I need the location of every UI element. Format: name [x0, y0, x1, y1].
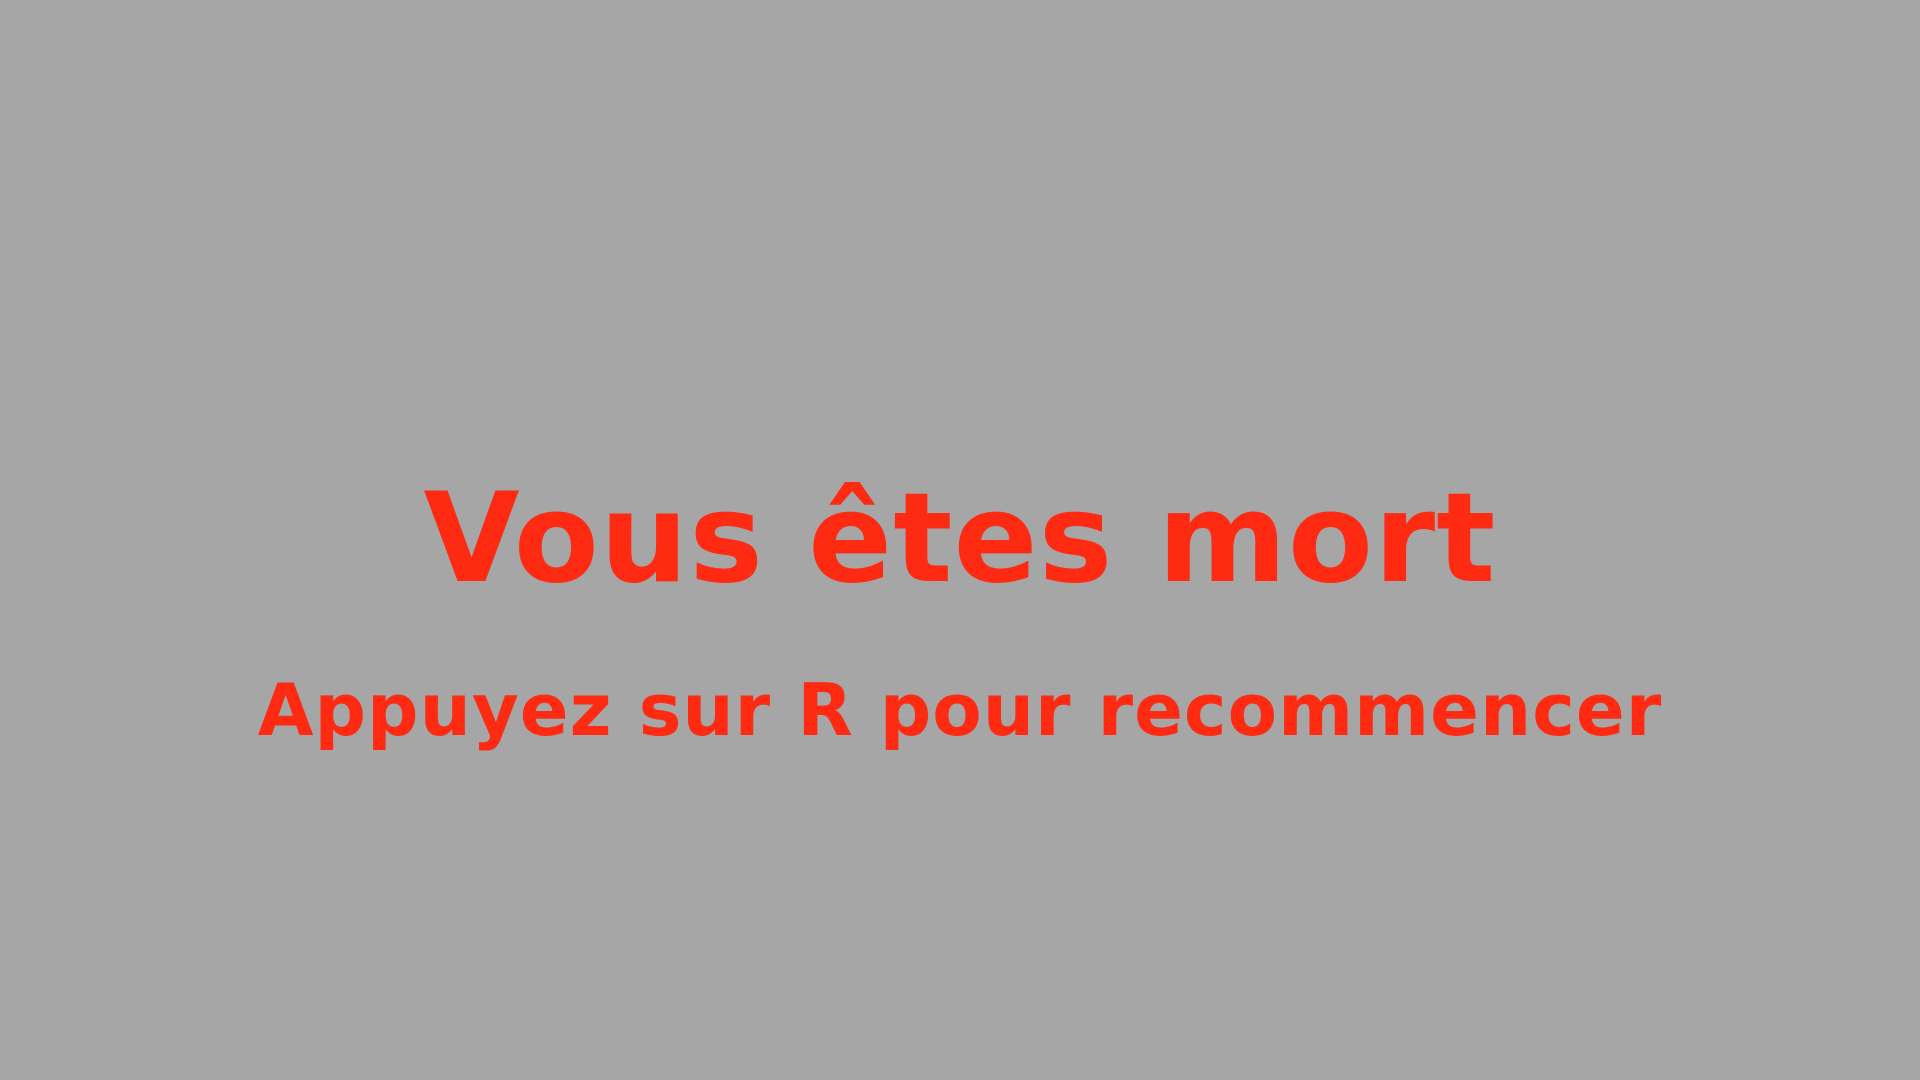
- restart-instruction: Appuyez sur R pour recommencer: [257, 668, 1663, 752]
- game-over-title: Vous êtes mort: [423, 467, 1497, 611]
- game-over-screen: Vous êtes mort Appuyez sur R pour recomm…: [0, 0, 1920, 1080]
